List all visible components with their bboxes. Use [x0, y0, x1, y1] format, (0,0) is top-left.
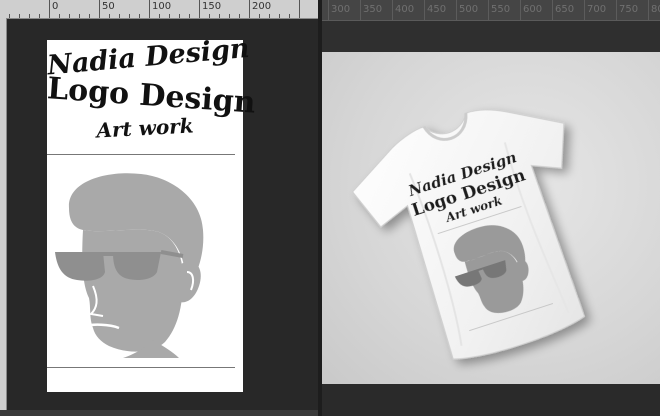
ruler-label-500: 500	[459, 4, 479, 15]
horizontal-ruler-right[interactable]: 300 350 400 450 500 550 600 650 700 750 …	[322, 0, 660, 21]
right-window-status-area	[322, 384, 660, 416]
ruler-label-350: 350	[363, 4, 383, 15]
ruler-label-450: 450	[427, 4, 447, 15]
man-with-sunglasses-portrait-icon	[55, 173, 204, 358]
artboard-title-line-3: Art work	[95, 113, 195, 143]
ruler-label-600: 600	[523, 4, 543, 15]
artboard[interactable]: Nadia Design Logo Design Art work	[46, 33, 257, 392]
vertical-ruler-left[interactable]	[0, 18, 7, 416]
artboard-divider-top	[47, 154, 235, 155]
ruler-label-750: 750	[619, 4, 639, 15]
left-document-window[interactable]: 0 50 100 150 200 Nadia Design Logo Desig…	[0, 0, 318, 416]
ruler-label-50: 50	[102, 1, 115, 12]
ruler-label-650: 650	[555, 4, 575, 15]
tshirt-mockup-icon: Nadia Design Logo Design Art work	[352, 109, 586, 360]
ruler-label-400: 400	[395, 4, 415, 15]
tshirt-mockup-photo[interactable]: Nadia Design Logo Design Art work	[322, 52, 660, 384]
ruler-label-200: 200	[252, 1, 272, 12]
ruler-label-0: 0	[52, 1, 59, 12]
ruler-label-300: 300	[331, 4, 351, 15]
horizontal-ruler-left[interactable]: 0 50 100 150 200	[0, 0, 318, 19]
right-document-window[interactable]: 300 350 400 450 500 550 600 650 700 750 …	[322, 0, 660, 416]
ruler-label-700: 700	[587, 4, 607, 15]
horizontal-scrollbar-left[interactable]	[0, 410, 318, 416]
ruler-label-800: 800	[651, 4, 660, 15]
ruler-label-550: 550	[491, 4, 511, 15]
artboard-divider-bottom	[47, 367, 235, 368]
ruler-label-150: 150	[202, 1, 222, 12]
ruler-label-100: 100	[152, 1, 172, 12]
